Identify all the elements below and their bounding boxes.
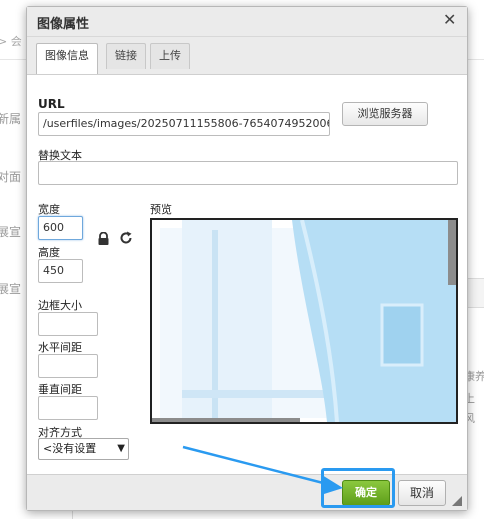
background-label: 新属 bbox=[0, 112, 22, 126]
tab-image-info[interactable]: 图像信息 bbox=[36, 43, 98, 75]
alt-text-input[interactable] bbox=[38, 161, 458, 185]
background-label: 展宣 bbox=[0, 225, 22, 239]
hspace-input[interactable] bbox=[38, 354, 98, 378]
tab-upload[interactable]: 上传 bbox=[150, 43, 190, 69]
background-label: 展宣 bbox=[0, 282, 22, 296]
lock-icon[interactable] bbox=[97, 232, 110, 246]
image-properties-dialog: 图像属性 ✕ 图像信息 链接 上传 URL /userfiles/images/… bbox=[26, 6, 468, 511]
reset-size-icon[interactable] bbox=[119, 231, 133, 245]
close-icon[interactable]: ✕ bbox=[443, 10, 456, 29]
height-label: 高度 bbox=[38, 246, 60, 259]
align-select[interactable]: <没有设置 ▼ bbox=[38, 438, 129, 460]
background-label: 对面 bbox=[0, 170, 22, 184]
browse-server-button[interactable]: 浏览服务器 bbox=[342, 102, 428, 126]
dialog-titlebar[interactable]: 图像属性 ✕ bbox=[27, 7, 467, 37]
resize-handle-icon[interactable] bbox=[452, 496, 462, 506]
dialog-title: 图像属性 bbox=[37, 17, 90, 32]
dialog-footer: 确定 取消 bbox=[27, 474, 467, 510]
chevron-down-icon: ▼ bbox=[117, 443, 125, 454]
align-select-value: <没有设置 bbox=[43, 442, 97, 455]
width-label: 宽度 bbox=[38, 203, 60, 216]
border-label: 边框大小 bbox=[38, 299, 82, 312]
border-input[interactable] bbox=[38, 312, 98, 336]
dialog-tabs: 图像信息 链接 上传 bbox=[27, 37, 467, 75]
ok-button-highlight bbox=[321, 468, 395, 508]
background-breadcrumb: > 会 bbox=[0, 35, 22, 48]
dialog-body: URL /userfiles/images/20250711155806-765… bbox=[27, 74, 467, 474]
width-input[interactable]: 600 bbox=[38, 216, 83, 240]
url-input[interactable]: /userfiles/images/20250711155806-7654074… bbox=[38, 112, 330, 136]
url-label: URL bbox=[38, 97, 65, 111]
vspace-input[interactable] bbox=[38, 396, 98, 420]
preview-image bbox=[152, 220, 456, 422]
vspace-label: 垂直间距 bbox=[38, 383, 82, 396]
cancel-button[interactable]: 取消 bbox=[398, 480, 446, 506]
tab-link[interactable]: 链接 bbox=[106, 43, 146, 69]
height-input[interactable]: 450 bbox=[38, 259, 83, 283]
hspace-label: 水平间距 bbox=[38, 341, 82, 354]
preview-label: 预览 bbox=[150, 203, 172, 216]
image-preview bbox=[150, 218, 458, 424]
